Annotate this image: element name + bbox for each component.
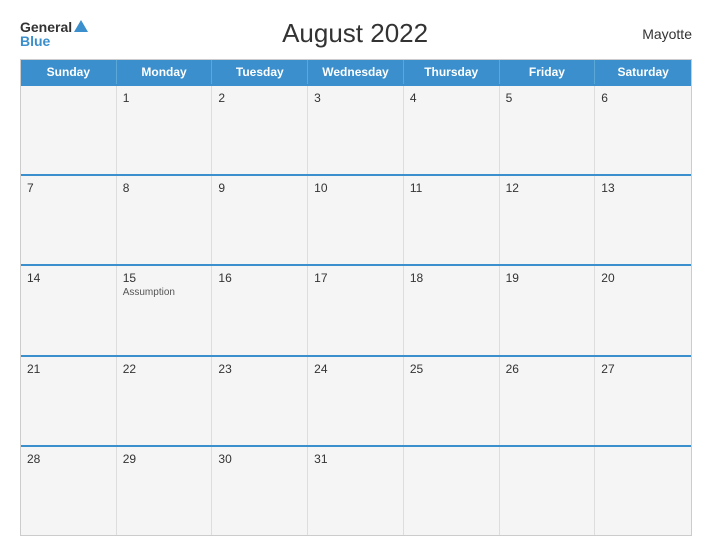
day-cell: 27 <box>595 357 691 445</box>
week-row-2: 789 10 11 12 13 <box>21 174 691 264</box>
logo-triangle-icon <box>74 20 88 32</box>
day-cell: 25 <box>404 357 500 445</box>
day-cell: 15 Assumption <box>117 266 213 354</box>
logo-blue-text: Blue <box>20 34 50 48</box>
day-number: 28 <box>27 452 110 466</box>
day-number: 21 <box>27 362 110 376</box>
header: General Blue August 2022 Mayotte <box>20 18 692 49</box>
day-headers-row: SundayMondayTuesdayWednesdayThursdayFrid… <box>21 60 691 84</box>
region-label: Mayotte <box>622 26 692 42</box>
day-header-wednesday: Wednesday <box>308 60 404 84</box>
day-number: 23 <box>218 362 301 376</box>
day-cell: 12 <box>500 176 596 264</box>
day-event: Assumption <box>123 287 206 298</box>
day-number: 26 <box>506 362 589 376</box>
day-header-thursday: Thursday <box>404 60 500 84</box>
week-row-4: 21 22 23 24 25 26 27 <box>21 355 691 445</box>
day-cell: 10 <box>308 176 404 264</box>
day-number: 18 <box>410 271 493 285</box>
day-cell: 13 <box>595 176 691 264</box>
day-cell: 29 <box>117 447 213 535</box>
day-header-sunday: Sunday <box>21 60 117 84</box>
day-cell: 19 <box>500 266 596 354</box>
day-number: 16 <box>218 271 301 285</box>
day-number: 10 <box>314 181 397 195</box>
day-cell: 3 <box>308 86 404 174</box>
logo-general-text: General <box>20 20 72 34</box>
day-cell: 11 <box>404 176 500 264</box>
week-row-1: 123456 <box>21 84 691 174</box>
day-number: 2 <box>218 91 301 105</box>
day-number: 27 <box>601 362 685 376</box>
day-number: 7 <box>27 181 110 195</box>
day-cell: 16 <box>212 266 308 354</box>
day-number: 5 <box>506 91 589 105</box>
day-number: 30 <box>218 452 301 466</box>
day-number: 13 <box>601 181 685 195</box>
day-cell: 22 <box>117 357 213 445</box>
day-cell: 28 <box>21 447 117 535</box>
day-header-monday: Monday <box>117 60 213 84</box>
day-cell: 30 <box>212 447 308 535</box>
day-cell: 18 <box>404 266 500 354</box>
day-cell: 14 <box>21 266 117 354</box>
day-number: 24 <box>314 362 397 376</box>
page: General Blue August 2022 Mayotte SundayM… <box>0 0 712 550</box>
day-number: 4 <box>410 91 493 105</box>
month-title: August 2022 <box>88 18 622 49</box>
day-number: 22 <box>123 362 206 376</box>
week-row-3: 14 15 Assumption 16 17 18 19 20 <box>21 264 691 354</box>
day-number: 29 <box>123 452 206 466</box>
day-cell: 6 <box>595 86 691 174</box>
day-cell: 20 <box>595 266 691 354</box>
day-cell: 1 <box>117 86 213 174</box>
day-number: 15 <box>123 271 206 285</box>
day-number: 31 <box>314 452 397 466</box>
logo: General Blue <box>20 20 88 48</box>
day-number: 25 <box>410 362 493 376</box>
calendar: SundayMondayTuesdayWednesdayThursdayFrid… <box>20 59 692 536</box>
day-number: 20 <box>601 271 685 285</box>
week-row-5: 28 29 30 31 <box>21 445 691 535</box>
day-cell: 7 <box>21 176 117 264</box>
day-number: 17 <box>314 271 397 285</box>
day-cell: 24 <box>308 357 404 445</box>
day-number: 19 <box>506 271 589 285</box>
day-number: 12 <box>506 181 589 195</box>
day-cell <box>595 447 691 535</box>
day-number: 1 <box>123 91 206 105</box>
day-cell: 8 <box>117 176 213 264</box>
day-cell: 23 <box>212 357 308 445</box>
day-cell: 17 <box>308 266 404 354</box>
day-cell <box>21 86 117 174</box>
day-cell: 21 <box>21 357 117 445</box>
day-cell: 5 <box>500 86 596 174</box>
day-header-friday: Friday <box>500 60 596 84</box>
day-cell: 31 <box>308 447 404 535</box>
day-cell: 4 <box>404 86 500 174</box>
day-cell <box>500 447 596 535</box>
day-header-tuesday: Tuesday <box>212 60 308 84</box>
day-number: 3 <box>314 91 397 105</box>
day-cell: 26 <box>500 357 596 445</box>
day-number: 11 <box>410 181 493 195</box>
day-number: 8 <box>123 181 206 195</box>
day-cell: 9 <box>212 176 308 264</box>
day-header-saturday: Saturday <box>595 60 691 84</box>
day-cell <box>404 447 500 535</box>
day-number: 9 <box>218 181 301 195</box>
day-cell: 2 <box>212 86 308 174</box>
day-number: 6 <box>601 91 685 105</box>
day-number: 14 <box>27 271 110 285</box>
